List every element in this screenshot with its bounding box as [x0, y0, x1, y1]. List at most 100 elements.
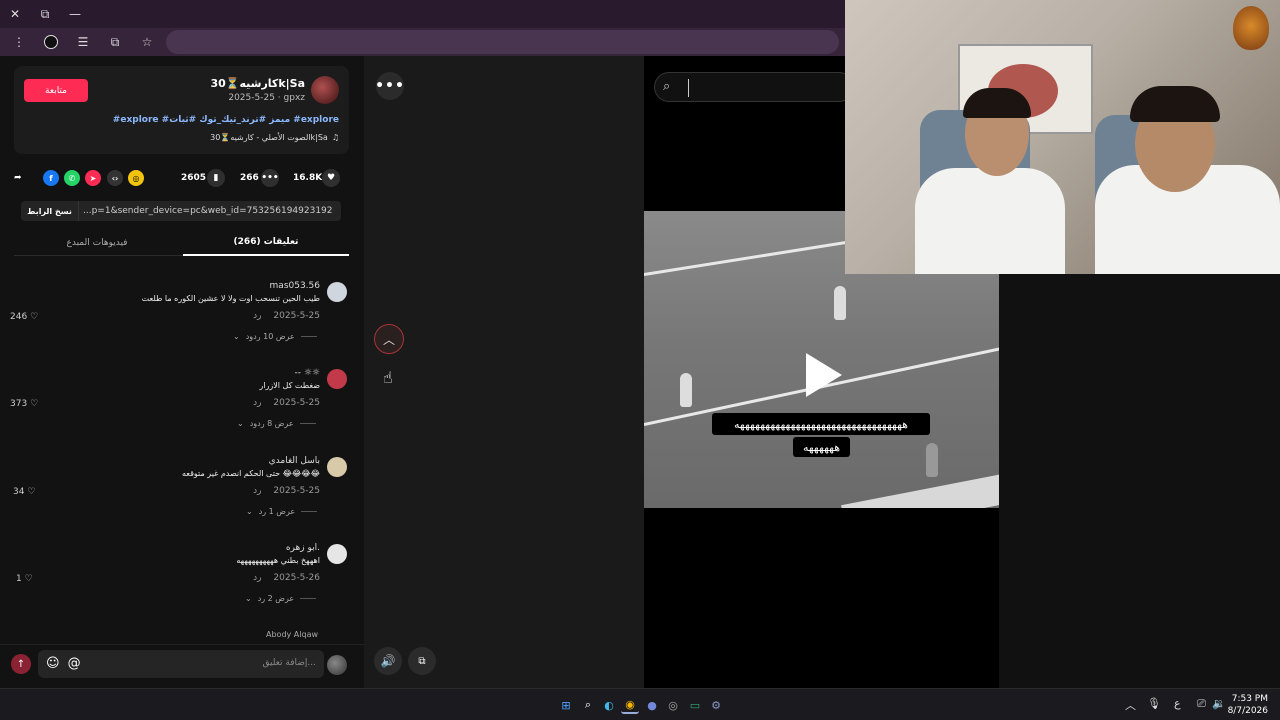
embed-code-icon[interactable]: ‹›	[107, 170, 123, 186]
comment-bubble-icon: •••	[261, 169, 279, 187]
next-commenter-name[interactable]: Abody Alqaw	[266, 630, 318, 639]
comment-meta: رد 2025-5-25	[253, 398, 320, 408]
reply-link[interactable]: رد	[253, 398, 261, 408]
comment-composer: ↑ ☺ @ إضافة تعليق...	[0, 644, 364, 688]
save-button[interactable]: ▮	[207, 168, 225, 188]
more-options-button[interactable]: •••	[375, 72, 404, 100]
comment-item: mas053.56 طيب الحين تنسحب اوت ولا لا عشي…	[0, 262, 364, 344]
comment-like[interactable]: 373 ♡	[10, 399, 38, 409]
taskbar: ⊞ ⌕ ◐ ◉ ● ◎ ▭ ⚙ ︿ 🎙 ع ⎚ 🔉 7:53 PM 8/7/20…	[0, 688, 1280, 720]
saves-count: 2605	[181, 173, 207, 183]
video-caption-line-2: ههههههه	[793, 437, 850, 457]
edge-icon[interactable]: ◐	[600, 696, 618, 714]
bookmark-star-icon[interactable]: ☆	[134, 30, 160, 54]
volume-button[interactable]: 🔊	[374, 647, 402, 675]
menu-dots-icon[interactable]: ⋮	[6, 30, 32, 54]
clock-date: 8/7/2026	[1227, 706, 1268, 716]
mention-icon[interactable]: @	[68, 656, 81, 671]
person-left-body	[915, 168, 1065, 274]
commenter-avatar[interactable]	[327, 369, 347, 389]
microphone-icon[interactable]: 🎙	[1147, 697, 1161, 710]
comment-item: -- ☼☼ ضغطت كل الازرار رد 2025-5-25 373 ♡ …	[0, 349, 364, 431]
discord-icon[interactable]: ●	[643, 696, 661, 714]
copy-link-button[interactable]: نسخ الرابط	[21, 201, 79, 221]
commenter-avatar[interactable]	[327, 544, 347, 564]
terminal-icon[interactable]: ▭	[686, 696, 704, 714]
post-actions: ➦ f ✆ ➤ ‹› ◎ 2605 ▮ 266 ••• 16.8K ♥	[14, 166, 349, 190]
windows-start-icon[interactable]: ⊞	[557, 696, 575, 714]
facebook-share-icon[interactable]: f	[43, 170, 59, 186]
chevron-down-icon: ⌄	[237, 419, 244, 428]
commenter-name[interactable]: mas053.56	[270, 281, 320, 291]
video-caption-line-1: هههههههههههههههههههههههههههههههههه	[712, 413, 930, 435]
reading-list-icon[interactable]: ☰	[70, 30, 96, 54]
heart-outline-icon: ♡	[24, 574, 33, 584]
commenter-name[interactable]: -- ☼☼	[295, 368, 321, 378]
chevron-down-icon: ⌄	[246, 507, 253, 516]
person-right-hair	[1130, 86, 1220, 122]
post-music[interactable]: الصوت الأصلي - كارشيه⏳30k|Sa ♫	[210, 133, 339, 142]
post-hashtags[interactable]: #explore #ميمز #ترند_تيك_توك #ثبات #expl…	[113, 115, 339, 125]
tiktok-coin-icon[interactable]: ◎	[128, 170, 144, 186]
search-icon[interactable]: ⌕	[579, 696, 597, 714]
author-avatar[interactable]	[311, 76, 339, 104]
network-icon[interactable]: ⎚	[1197, 697, 1206, 711]
author-name[interactable]: كارشيه⏳30k|Sa	[210, 77, 305, 90]
commenter-name[interactable]: ابو زهره.	[286, 543, 320, 553]
system-clock[interactable]: 7:53 PM 8/7/2026	[1228, 693, 1268, 717]
picture-in-picture-button[interactable]: ⧉	[408, 647, 436, 675]
like-button[interactable]: ♥	[322, 168, 340, 188]
follow-button[interactable]: متابعة	[24, 79, 88, 102]
send-share-icon[interactable]: ➤	[85, 170, 101, 186]
comment-text: اهههخ بطني ههههههههههه	[236, 556, 320, 565]
tab-comments[interactable]: تعليقات (266)	[183, 230, 349, 256]
browser-titlebar: ✕ ⧉ —	[0, 0, 845, 28]
extensions-icon[interactable]: ⧉	[102, 30, 128, 54]
comment-like[interactable]: 246 ♡	[10, 312, 38, 322]
comments-count: 266	[240, 173, 259, 183]
right-background	[999, 274, 1280, 688]
view-replies-button[interactable]: ⌄ عرض 8 ردود	[237, 419, 316, 428]
restore-window-button[interactable]: ⧉	[30, 0, 60, 28]
share-arrow-icon[interactable]: ➦	[14, 168, 22, 188]
view-replies-button[interactable]: ⌄ عرض 10 ردود	[233, 332, 317, 341]
search-input[interactable]: ⌕	[654, 72, 854, 102]
comment-like[interactable]: 1 ♡	[16, 574, 33, 584]
comment-input[interactable]: ☺ @ إضافة تعليق...	[38, 650, 324, 678]
comment-tabs: فيديوهات المبدع تعليقات (266)	[14, 230, 349, 256]
chrome-icon[interactable]: ◉	[621, 696, 639, 714]
music-note-icon: ♫	[331, 133, 339, 142]
comment-placeholder: إضافة تعليق...	[262, 658, 316, 668]
minimize-window-button[interactable]: —	[60, 0, 90, 28]
send-comment-button[interactable]: ↑	[11, 654, 31, 674]
reply-link[interactable]: رد	[253, 486, 261, 496]
lion-logo	[1233, 6, 1269, 50]
commenter-avatar[interactable]	[327, 282, 347, 302]
tab-creator-videos[interactable]: فيديوهات المبدع	[14, 230, 180, 256]
bookmark-icon: ▮	[207, 169, 225, 187]
reply-link[interactable]: رد	[253, 311, 261, 321]
comment-like[interactable]: 34 ♡	[13, 487, 35, 497]
comment-meta: رد 2025-5-26	[253, 573, 320, 583]
profile-avatar-icon[interactable]	[38, 30, 64, 54]
settings-gear-icon[interactable]: ⚙	[707, 696, 725, 714]
clock-time: 7:53 PM	[1231, 694, 1268, 704]
close-window-button[interactable]: ✕	[0, 0, 30, 28]
search-icon: ⌕	[663, 79, 671, 94]
whatsapp-share-icon[interactable]: ✆	[64, 170, 80, 186]
commenter-avatar[interactable]	[327, 457, 347, 477]
comment-button[interactable]: •••	[261, 168, 279, 188]
play-icon[interactable]	[806, 353, 842, 397]
reply-link[interactable]: رد	[253, 573, 261, 583]
volume-icon[interactable]: 🔉	[1212, 697, 1226, 710]
view-replies-button[interactable]: ⌄ عرض 1 رد	[246, 507, 318, 516]
commenter-name[interactable]: باسل الغامدي	[269, 456, 320, 466]
input-language[interactable]: ع	[1174, 697, 1181, 710]
view-replies-button[interactable]: ⌄ عرض 2 رد	[245, 594, 317, 603]
address-bar[interactable]	[166, 30, 839, 54]
emoji-icon[interactable]: ☺	[46, 656, 60, 671]
tray-chevron-up-icon[interactable]: ︿	[1125, 697, 1136, 713]
previous-video-button[interactable]: ︿	[374, 324, 404, 354]
current-user-avatar	[327, 655, 347, 675]
obs-icon[interactable]: ◎	[664, 696, 682, 714]
